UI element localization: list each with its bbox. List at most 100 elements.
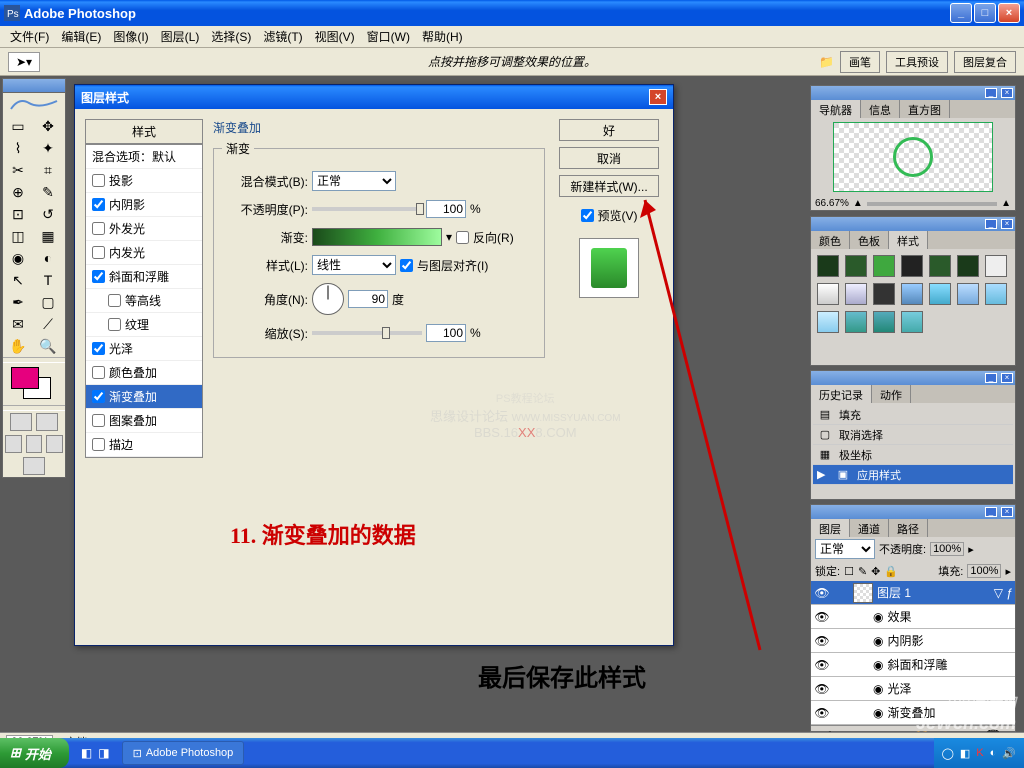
menu-file[interactable]: 文件(F) <box>4 26 55 47</box>
style-list-item[interactable]: 等高线 <box>86 289 202 313</box>
lock-trans-icon[interactable]: ☐ <box>844 565 854 578</box>
menu-help[interactable]: 帮助(H) <box>416 26 469 47</box>
fill-value[interactable]: 100% <box>967 564 1001 578</box>
tab-history[interactable]: 历史记录 <box>811 385 872 403</box>
style-swatch[interactable] <box>985 283 1007 305</box>
style-checkbox[interactable] <box>92 414 105 427</box>
quicklaunch-icon[interactable]: ◨ <box>98 746 109 760</box>
wand-tool[interactable]: ✦ <box>33 137 63 159</box>
style-checkbox[interactable] <box>92 342 105 355</box>
tool-indicator[interactable]: ➤▾ <box>8 52 40 72</box>
blend-options-row[interactable]: 混合选项：默认 <box>86 145 202 169</box>
standard-mode-icon[interactable] <box>10 413 32 431</box>
layer-row[interactable]: 👁 图层 1 ▽ ƒ <box>811 581 1015 605</box>
tray-icon[interactable]: ◯ <box>942 747 954 760</box>
chevron-down-icon[interactable]: ▽ ƒ <box>994 586 1013 600</box>
close-button[interactable]: × <box>998 3 1020 23</box>
blur-tool[interactable]: ◉ <box>3 247 33 269</box>
style-list-item[interactable]: 图案叠加 <box>86 409 202 433</box>
menu-window[interactable]: 窗口(W) <box>361 26 416 47</box>
style-list-item[interactable]: 投影 <box>86 169 202 193</box>
tray-icon[interactable]: ◧ <box>960 747 970 760</box>
style-checkbox[interactable] <box>92 222 105 235</box>
zoom-in-icon[interactable]: ▲ <box>1001 198 1011 209</box>
tab-color[interactable]: 颜色 <box>811 231 850 249</box>
history-item[interactable]: ▦极坐标 <box>813 445 1013 465</box>
style-swatch[interactable] <box>817 255 839 277</box>
screen-mode-3[interactable] <box>46 435 63 453</box>
eye-icon[interactable]: 👁 <box>813 682 831 696</box>
notes-tool[interactable]: ✉ <box>3 313 33 335</box>
panel-close-button[interactable]: × <box>1001 507 1013 517</box>
style-swatch[interactable] <box>901 311 923 333</box>
angle-dial[interactable] <box>312 283 344 315</box>
blend-mode-select[interactable]: 正常 <box>312 171 396 191</box>
style-swatch[interactable] <box>901 255 923 277</box>
quicklaunch-icon[interactable]: ◧ <box>81 746 92 760</box>
style-checkbox[interactable] <box>92 390 105 403</box>
gradient-tool[interactable]: ▦ <box>33 225 63 247</box>
tab-styles[interactable]: 样式 <box>889 231 928 249</box>
layer-effect-item[interactable]: 👁◉斜面和浮雕 <box>811 653 1015 677</box>
style-swatch[interactable] <box>929 283 951 305</box>
start-button[interactable]: ⊞开始 <box>0 738 69 768</box>
style-swatch[interactable] <box>817 283 839 305</box>
panel-min-button[interactable]: _ <box>985 88 997 98</box>
path-select-tool[interactable]: ↖ <box>3 269 33 291</box>
layer-effects-row[interactable]: 👁◉效果 <box>811 605 1015 629</box>
panel-min-button[interactable]: _ <box>985 373 997 383</box>
move-tool[interactable]: ✥ <box>33 115 63 137</box>
tab-swatches[interactable]: 色板 <box>850 231 889 249</box>
navigator-thumbnail[interactable] <box>833 122 993 192</box>
menu-edit[interactable]: 编辑(E) <box>55 26 107 47</box>
menu-layer[interactable]: 图层(L) <box>155 26 206 47</box>
tab-channels[interactable]: 通道 <box>850 519 889 537</box>
style-swatch[interactable] <box>845 311 867 333</box>
style-list-item[interactable]: 描边 <box>86 433 202 457</box>
palette-well-icon[interactable]: 📁 <box>819 55 834 69</box>
tab-navigator[interactable]: 导航器 <box>811 100 861 118</box>
opacity-slider[interactable] <box>312 207 422 211</box>
eye-icon[interactable]: 👁 <box>813 610 831 624</box>
slice-tool[interactable]: ⌗ <box>33 159 63 181</box>
align-checkbox[interactable] <box>400 259 413 272</box>
cancel-button[interactable]: 取消 <box>559 147 659 169</box>
tab-layers[interactable]: 图层 <box>811 519 850 537</box>
eraser-tool[interactable]: ◫ <box>3 225 33 247</box>
optbar-tab-toolpresets[interactable]: 工具预设 <box>886 51 948 73</box>
hand-tool[interactable]: ✋ <box>3 335 33 357</box>
style-list-item[interactable]: 外发光 <box>86 217 202 241</box>
optbar-tab-brushes[interactable]: 画笔 <box>840 51 880 73</box>
crop-tool[interactable]: ✂ <box>3 159 33 181</box>
reverse-checkbox[interactable] <box>456 231 469 244</box>
eye-icon[interactable]: 👁 <box>813 658 831 672</box>
tab-info[interactable]: 信息 <box>861 100 900 118</box>
opacity-input[interactable] <box>426 200 466 218</box>
style-checkbox[interactable] <box>92 198 105 211</box>
lock-all-icon[interactable]: 🔒 <box>884 565 898 578</box>
style-swatch[interactable] <box>901 283 923 305</box>
taskbar-item[interactable]: ⊡Adobe Photoshop <box>122 741 245 765</box>
lasso-tool[interactable]: ⌇ <box>3 137 33 159</box>
quickmask-mode-icon[interactable] <box>36 413 58 431</box>
gradient-dropdown-icon[interactable]: ▾ <box>446 230 452 244</box>
type-tool[interactable]: T <box>33 269 63 291</box>
style-checkbox[interactable] <box>108 294 121 307</box>
zoom-out-icon[interactable]: ▲ <box>853 198 863 209</box>
angle-input[interactable] <box>348 290 388 308</box>
screen-mode-2[interactable] <box>26 435 43 453</box>
new-style-button[interactable]: 新建样式(W)... <box>559 175 659 197</box>
history-item[interactable]: ▢取消选择 <box>813 425 1013 445</box>
dodge-tool[interactable]: ◐ <box>33 247 63 269</box>
optbar-tab-layercomps[interactable]: 图层复合 <box>954 51 1016 73</box>
maximize-button[interactable]: □ <box>974 3 996 23</box>
gradient-picker[interactable] <box>312 228 442 246</box>
heal-tool[interactable]: ⊕ <box>3 181 33 203</box>
zoom-slider[interactable] <box>867 202 997 206</box>
lock-move-icon[interactable]: ✥ <box>871 565 880 578</box>
style-list-item[interactable]: 光泽 <box>86 337 202 361</box>
style-checkbox[interactable] <box>108 318 121 331</box>
style-swatch[interactable] <box>845 283 867 305</box>
panel-min-button[interactable]: _ <box>985 507 997 517</box>
marquee-tool[interactable]: ▭ <box>3 115 33 137</box>
